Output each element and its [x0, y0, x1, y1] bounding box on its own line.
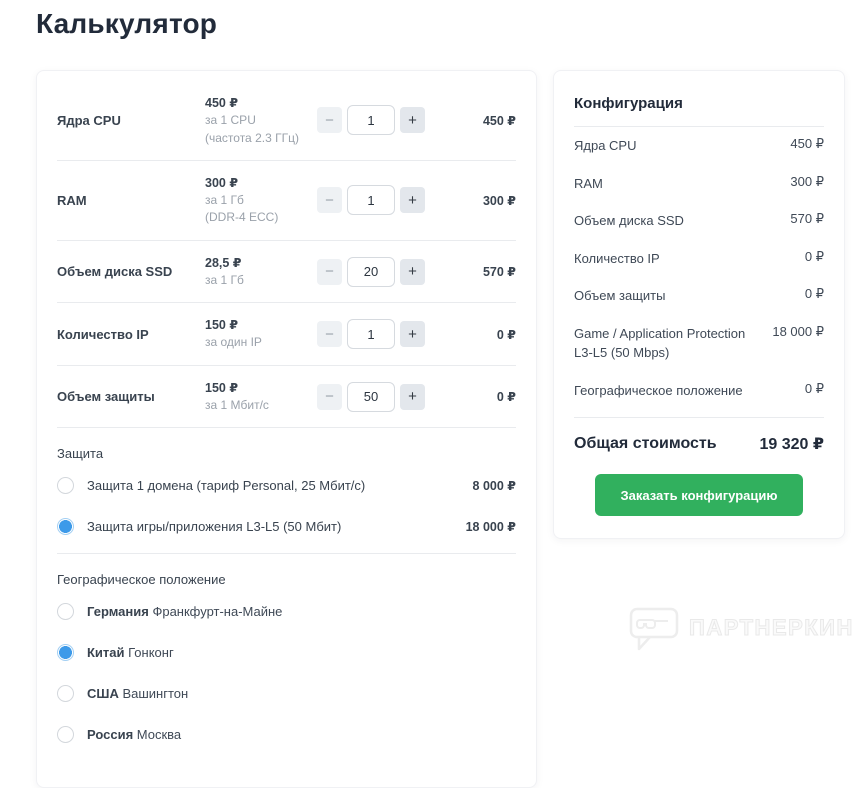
radio-icon[interactable]: [57, 603, 74, 621]
increment-button[interactable]: +: [400, 258, 425, 285]
row-label: Ядра CPU: [57, 112, 121, 128]
country-name: Германия: [87, 604, 149, 620]
unit-text: за 1 Мбит/с: [205, 397, 269, 412]
config-label: Ядра CPU: [574, 138, 637, 153]
configuration-card: Конфигурация Ядра CPU 450 ₽ RAM 300 ₽ Об…: [553, 70, 845, 539]
config-value: 450 ₽: [790, 136, 824, 151]
ip-quantity-input[interactable]: [347, 319, 395, 350]
city-name: Москва: [136, 727, 182, 743]
decrement-button[interactable]: −: [317, 383, 342, 410]
option-label: Защита 1 домена (тариф Personal, 25 Мбит…: [87, 478, 366, 494]
calc-row-ram: RAM 300 ₽ за 1 Гб (DDR-4 ECC) − + 300 ₽: [57, 161, 516, 241]
calc-row-ssd: Объем диска SSD 28,5 ₽ за 1 Гб − + 570 ₽: [57, 241, 516, 304]
country-name: Россия: [87, 727, 134, 743]
row-label: Объем диска SSD: [57, 264, 173, 280]
config-label: Объем диска SSD: [574, 213, 684, 228]
protection-stepper: − +: [317, 381, 429, 412]
ssd-quantity-input[interactable]: [347, 256, 395, 287]
config-label: Географическое положение: [574, 382, 743, 398]
calc-row-ip: Количество IP 150 ₽ за один IP − + 0 ₽: [57, 303, 516, 366]
city-name: Гонконг: [128, 645, 174, 661]
geo-option-germany[interactable]: Германия Франкфурт-на-Майне: [57, 591, 516, 632]
config-label: Количество IP: [574, 250, 660, 266]
row-label: Объем защиты: [57, 389, 155, 405]
geography-section-heading: Географическое положение: [57, 572, 226, 588]
unit-price: 28,5 ₽: [205, 255, 242, 270]
config-label: RAM: [574, 175, 603, 191]
geo-option-russia[interactable]: Россия Москва: [57, 714, 516, 755]
unit-text: за один IP: [205, 335, 262, 350]
unit-text: за 1 CPU: [205, 113, 256, 128]
increment-button[interactable]: +: [400, 383, 425, 410]
geo-option-china[interactable]: Китай Гонконг: [57, 632, 516, 673]
row-total: 0 ₽: [496, 390, 516, 405]
ip-stepper: − +: [317, 319, 429, 350]
unit-price: 150 ₽: [205, 318, 239, 333]
calculator-card: Ядра CPU 450 ₽ за 1 CPU (частота 2.3 ГГц…: [36, 70, 537, 788]
config-item-ip: Количество IP 0 ₽: [574, 240, 824, 278]
config-value: 0 ₽: [804, 286, 824, 301]
city-name: Франкфурт-на-Майне: [152, 604, 283, 620]
config-value: 0 ₽: [804, 380, 824, 396]
option-label: Защита игры/приложения L3-L5 (50 Мбит): [87, 519, 342, 535]
unit-text: за 1 Гб: [205, 272, 244, 287]
unit-price: 150 ₽: [205, 380, 239, 395]
cpu-quantity-input[interactable]: [347, 105, 395, 136]
config-item-protection-volume: Объем защиты 0 ₽: [574, 277, 824, 315]
unit-text: за 1 Гб: [205, 193, 244, 208]
decrement-button[interactable]: −: [317, 321, 342, 348]
option-price: 8 000 ₽: [472, 479, 516, 494]
decrement-button[interactable]: −: [317, 258, 342, 285]
configuration-heading: Конфигурация: [574, 85, 824, 127]
config-value: 570 ₽: [790, 211, 824, 226]
increment-button[interactable]: +: [400, 321, 425, 348]
total-value: 19 320 ₽: [759, 436, 824, 453]
row-label: RAM: [57, 192, 87, 208]
total-label: Общая стоимость: [574, 435, 717, 452]
country-name: Китай: [87, 645, 125, 661]
config-item-cpu: Ядра CPU 450 ₽: [574, 127, 824, 165]
page-title: Калькулятор: [36, 8, 218, 39]
config-label: Объем защиты: [574, 288, 666, 303]
ssd-stepper: − +: [317, 256, 429, 287]
config-value: 18 000 ₽: [772, 323, 824, 339]
radio-icon[interactable]: [57, 726, 74, 744]
row-total: 450 ₽: [482, 113, 516, 128]
protection-quantity-input[interactable]: [347, 381, 395, 412]
config-value: 300 ₽: [790, 173, 824, 189]
protection-option-personal[interactable]: Защита 1 домена (тариф Personal, 25 Мбит…: [57, 465, 516, 506]
order-configuration-button[interactable]: Заказать конфигурацию: [594, 474, 804, 516]
total-row: Общая стоимость 19 320 ₽: [574, 417, 824, 458]
row-total: 570 ₽: [482, 265, 516, 280]
increment-button[interactable]: +: [400, 187, 425, 214]
config-item-geography: Географическое положение 0 ₽: [574, 372, 824, 410]
ram-quantity-input[interactable]: [347, 185, 395, 216]
radio-selected-icon[interactable]: [57, 644, 74, 662]
calc-row-protection-volume: Объем защиты 150 ₽ за 1 Мбит/с − + 0 ₽: [57, 366, 516, 429]
cpu-stepper: − +: [317, 105, 429, 136]
config-item-game-protection: Game / Application Protection L3-L5 (50 …: [574, 315, 824, 372]
row-total: 300 ₽: [482, 193, 516, 208]
main-layout: Ядра CPU 450 ₽ за 1 CPU (частота 2.3 ГГц…: [36, 70, 861, 788]
protection-section-heading: Защита: [57, 446, 104, 462]
decrement-button[interactable]: −: [317, 187, 342, 214]
increment-button[interactable]: +: [400, 107, 425, 134]
radio-icon[interactable]: [57, 477, 74, 495]
option-price: 18 000 ₽: [465, 520, 516, 535]
ram-stepper: − +: [317, 185, 429, 216]
config-label: Game / Application Protection L3-L5 (50 …: [574, 325, 746, 361]
config-item-ssd: Объем диска SSD 570 ₽: [574, 202, 824, 240]
unit-note: (частота 2.3 ГГц): [205, 130, 299, 145]
unit-price: 450 ₽: [205, 96, 239, 110]
protection-option-game-l3l5[interactable]: Защита игры/приложения L3-L5 (50 Мбит) 1…: [57, 506, 516, 547]
row-total: 0 ₽: [496, 327, 516, 342]
config-value: 0 ₽: [804, 248, 824, 264]
row-label: Количество IP: [57, 326, 149, 342]
unit-price: 300 ₽: [205, 175, 239, 190]
calc-row-cpu: Ядра CPU 450 ₽ за 1 CPU (частота 2.3 ГГц…: [57, 81, 516, 161]
unit-note: (DDR-4 ECC): [205, 210, 279, 225]
decrement-button[interactable]: −: [317, 107, 342, 134]
radio-selected-icon[interactable]: [57, 518, 74, 536]
config-item-ram: RAM 300 ₽: [574, 165, 824, 203]
